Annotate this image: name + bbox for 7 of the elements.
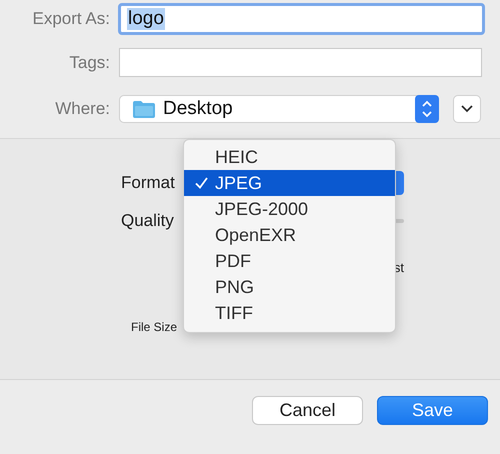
export-as-label: Export As:: [32, 9, 110, 29]
quality-label: Quality: [121, 211, 174, 231]
tags-label: Tags:: [68, 52, 110, 72]
where-label: Where:: [54, 99, 110, 119]
format-label: Format: [121, 173, 175, 193]
filename-text: logo: [127, 8, 165, 30]
file-size-label: File Size: [131, 320, 178, 334]
